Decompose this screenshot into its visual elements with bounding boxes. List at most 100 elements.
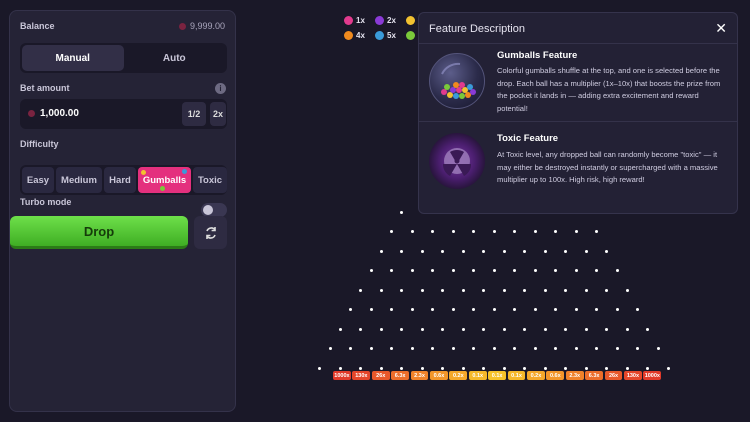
peg — [584, 288, 588, 292]
bet-amount-field[interactable]: 1,000.00 1/2 2x — [20, 99, 227, 129]
drop-button[interactable]: Drop — [10, 216, 188, 249]
peg — [543, 366, 547, 370]
peg — [338, 366, 342, 370]
peg — [605, 327, 609, 331]
peg — [451, 347, 455, 350]
peg — [502, 288, 506, 292]
half-bet-button[interactable]: 1/2 — [182, 102, 206, 126]
peg — [379, 249, 383, 253]
peg — [523, 366, 527, 370]
peg — [605, 366, 609, 370]
multiplier-slot: 26x — [604, 371, 623, 380]
peg — [523, 288, 527, 292]
feature-description-popup: Feature Description ✕ Gumballs Feature C… — [418, 12, 738, 214]
difficulty-hard[interactable]: Hard — [104, 167, 136, 193]
multiplier-slot: 0.1x — [507, 371, 526, 380]
gumball-icon — [344, 31, 353, 40]
gumball-decoration — [141, 170, 146, 175]
multiplier-slot: 130x — [624, 371, 642, 380]
gumball-icon — [406, 16, 415, 25]
peg — [564, 366, 568, 370]
peg — [369, 269, 373, 272]
difficulty-gumballs[interactable]: Gumballs — [138, 167, 191, 193]
difficulty-selector: Easy Medium Hard Gumballs Toxic — [20, 165, 227, 195]
difficulty-easy[interactable]: Easy — [22, 167, 54, 193]
gumball-icon — [406, 31, 415, 40]
peg — [615, 269, 619, 272]
peg — [379, 327, 383, 331]
peg — [441, 366, 445, 370]
bet-amount-input[interactable]: 1,000.00 — [40, 108, 79, 119]
toggle-knob — [203, 205, 213, 215]
peg — [584, 327, 588, 331]
peg — [390, 347, 393, 350]
peg — [533, 230, 537, 233]
legend-item-5x: 5x — [375, 31, 396, 40]
turbo-mode-toggle[interactable] — [201, 203, 227, 217]
gumball-decoration — [182, 169, 187, 174]
peg — [472, 347, 475, 350]
multiplier-slot: 6.3x — [391, 371, 410, 380]
peg — [595, 347, 598, 350]
legend-item-1x: 1x — [344, 16, 365, 25]
peg — [431, 308, 434, 311]
peg — [533, 269, 537, 272]
multiplier-slot: 1000x — [643, 371, 662, 380]
peg — [441, 249, 445, 253]
legend-label: 4x — [356, 31, 365, 40]
peg — [441, 288, 445, 292]
control-panel: Balance 9,999.00 Manual Auto Bet amount … — [9, 10, 236, 412]
difficulty-label: Difficulty — [20, 139, 59, 149]
peg — [482, 249, 486, 253]
divider — [419, 43, 737, 44]
peg — [451, 269, 455, 272]
difficulty-medium[interactable]: Medium — [56, 167, 102, 193]
turbo-mode-label: Turbo mode — [20, 197, 72, 207]
peg — [574, 269, 578, 272]
divider — [419, 121, 737, 122]
double-bet-button[interactable]: 2x — [210, 102, 226, 126]
multiplier-slot: 6.3x — [585, 371, 604, 380]
popup-title: Feature Description — [429, 23, 525, 35]
peg — [400, 288, 404, 292]
peg — [410, 347, 414, 350]
balance-label: Balance — [20, 21, 55, 31]
peg — [646, 366, 650, 370]
legend-label: 2x — [387, 16, 396, 25]
peg — [513, 269, 516, 272]
peg — [390, 269, 393, 272]
manual-tab[interactable]: Manual — [22, 45, 124, 71]
close-icon[interactable]: ✕ — [715, 20, 727, 37]
difficulty-toxic[interactable]: Toxic — [193, 167, 227, 193]
peg — [584, 249, 588, 253]
peg — [420, 249, 424, 253]
mode-toggle: Manual Auto — [20, 43, 227, 73]
gumball-icon — [375, 16, 384, 25]
peg — [523, 327, 527, 331]
gumballs-feature-text: Colorful gumballs shuffle at the top, an… — [497, 66, 721, 113]
peg — [359, 366, 363, 370]
peg — [461, 249, 465, 253]
peg — [666, 366, 670, 370]
refresh-button[interactable] — [194, 216, 227, 249]
coin-icon — [178, 23, 186, 30]
peg — [431, 347, 434, 350]
legend-item-2x: 2x — [375, 16, 396, 25]
peg — [646, 327, 650, 331]
multiplier-slot: 0.2x — [449, 371, 468, 380]
peg — [431, 230, 434, 233]
info-icon[interactable]: i — [215, 83, 226, 94]
peg — [595, 308, 598, 311]
peg — [625, 327, 629, 331]
peg — [349, 347, 352, 350]
multiplier-slot: 0.1x — [468, 371, 487, 380]
peg — [328, 347, 332, 350]
gumball-decoration — [160, 186, 165, 191]
auto-tab[interactable]: Auto — [124, 45, 226, 71]
legend-label: 5x — [387, 31, 396, 40]
peg — [554, 230, 557, 233]
peg — [482, 366, 486, 370]
toxic-feature-text: At Toxic level, any dropped ball can ran… — [497, 150, 718, 184]
peg — [472, 230, 475, 233]
peg — [472, 269, 475, 272]
